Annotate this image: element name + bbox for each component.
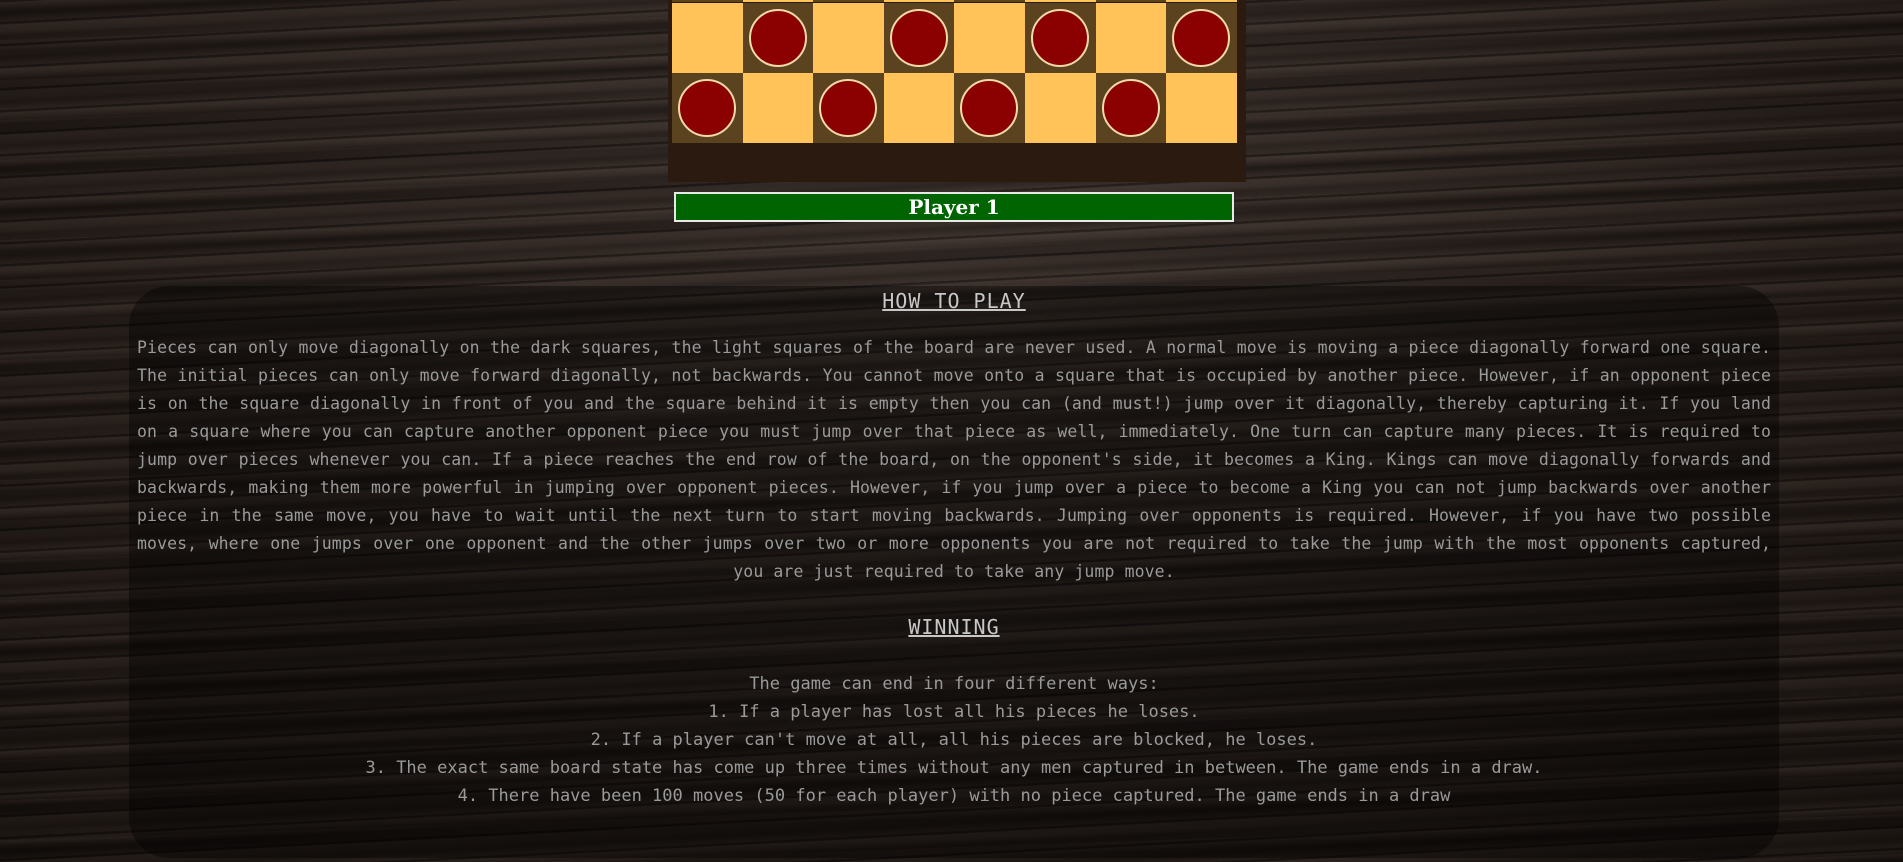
winning-item: 1. If a player has lost all his pieces h… bbox=[708, 702, 1200, 722]
light-square bbox=[954, 3, 1025, 73]
winning-list: The game can end in four different ways:… bbox=[129, 670, 1779, 810]
checker-piece[interactable] bbox=[1101, 79, 1160, 137]
checker-piece[interactable] bbox=[889, 9, 948, 67]
light-square bbox=[883, 73, 955, 143]
winning-intro: The game can end in four different ways: bbox=[749, 674, 1159, 694]
checker-piece[interactable] bbox=[1031, 9, 1089, 67]
winning-item: 3. The exact same board state has come u… bbox=[365, 758, 1543, 778]
dark-square[interactable] bbox=[672, 0, 743, 2]
light-square bbox=[883, 0, 955, 2]
dark-square[interactable] bbox=[813, 0, 884, 2]
light-square bbox=[742, 73, 814, 143]
how-to-play-heading: HOW TO PLAY bbox=[882, 289, 1026, 313]
light-square bbox=[1166, 73, 1237, 143]
light-square bbox=[1025, 0, 1096, 2]
checker-piece[interactable] bbox=[678, 79, 736, 137]
winning-heading: WINNING bbox=[908, 615, 1000, 639]
light-square bbox=[742, 0, 814, 2]
dark-square[interactable] bbox=[954, 0, 1025, 2]
checker-piece[interactable] bbox=[819, 79, 878, 137]
rules-section: HOW TO PLAY Pieces can only move diagona… bbox=[129, 286, 1779, 810]
checkers-board bbox=[668, 0, 1246, 182]
light-square bbox=[672, 3, 743, 73]
light-square bbox=[1025, 73, 1096, 143]
light-square bbox=[1166, 0, 1237, 2]
how-to-play-text: Pieces can only move diagonally on the d… bbox=[137, 338, 1771, 581]
light-square bbox=[813, 3, 884, 73]
winning-item: 4. There have been 100 moves (50 for eac… bbox=[457, 786, 1451, 806]
winning-item: 2. If a player can't move at all, all hi… bbox=[590, 730, 1318, 750]
current-player-indicator: Player 1 bbox=[674, 192, 1234, 222]
checker-piece[interactable] bbox=[1172, 9, 1231, 67]
checker-piece[interactable] bbox=[960, 79, 1019, 137]
checker-piece[interactable] bbox=[748, 9, 807, 67]
light-square bbox=[1095, 3, 1167, 73]
dark-square[interactable] bbox=[1095, 0, 1167, 2]
